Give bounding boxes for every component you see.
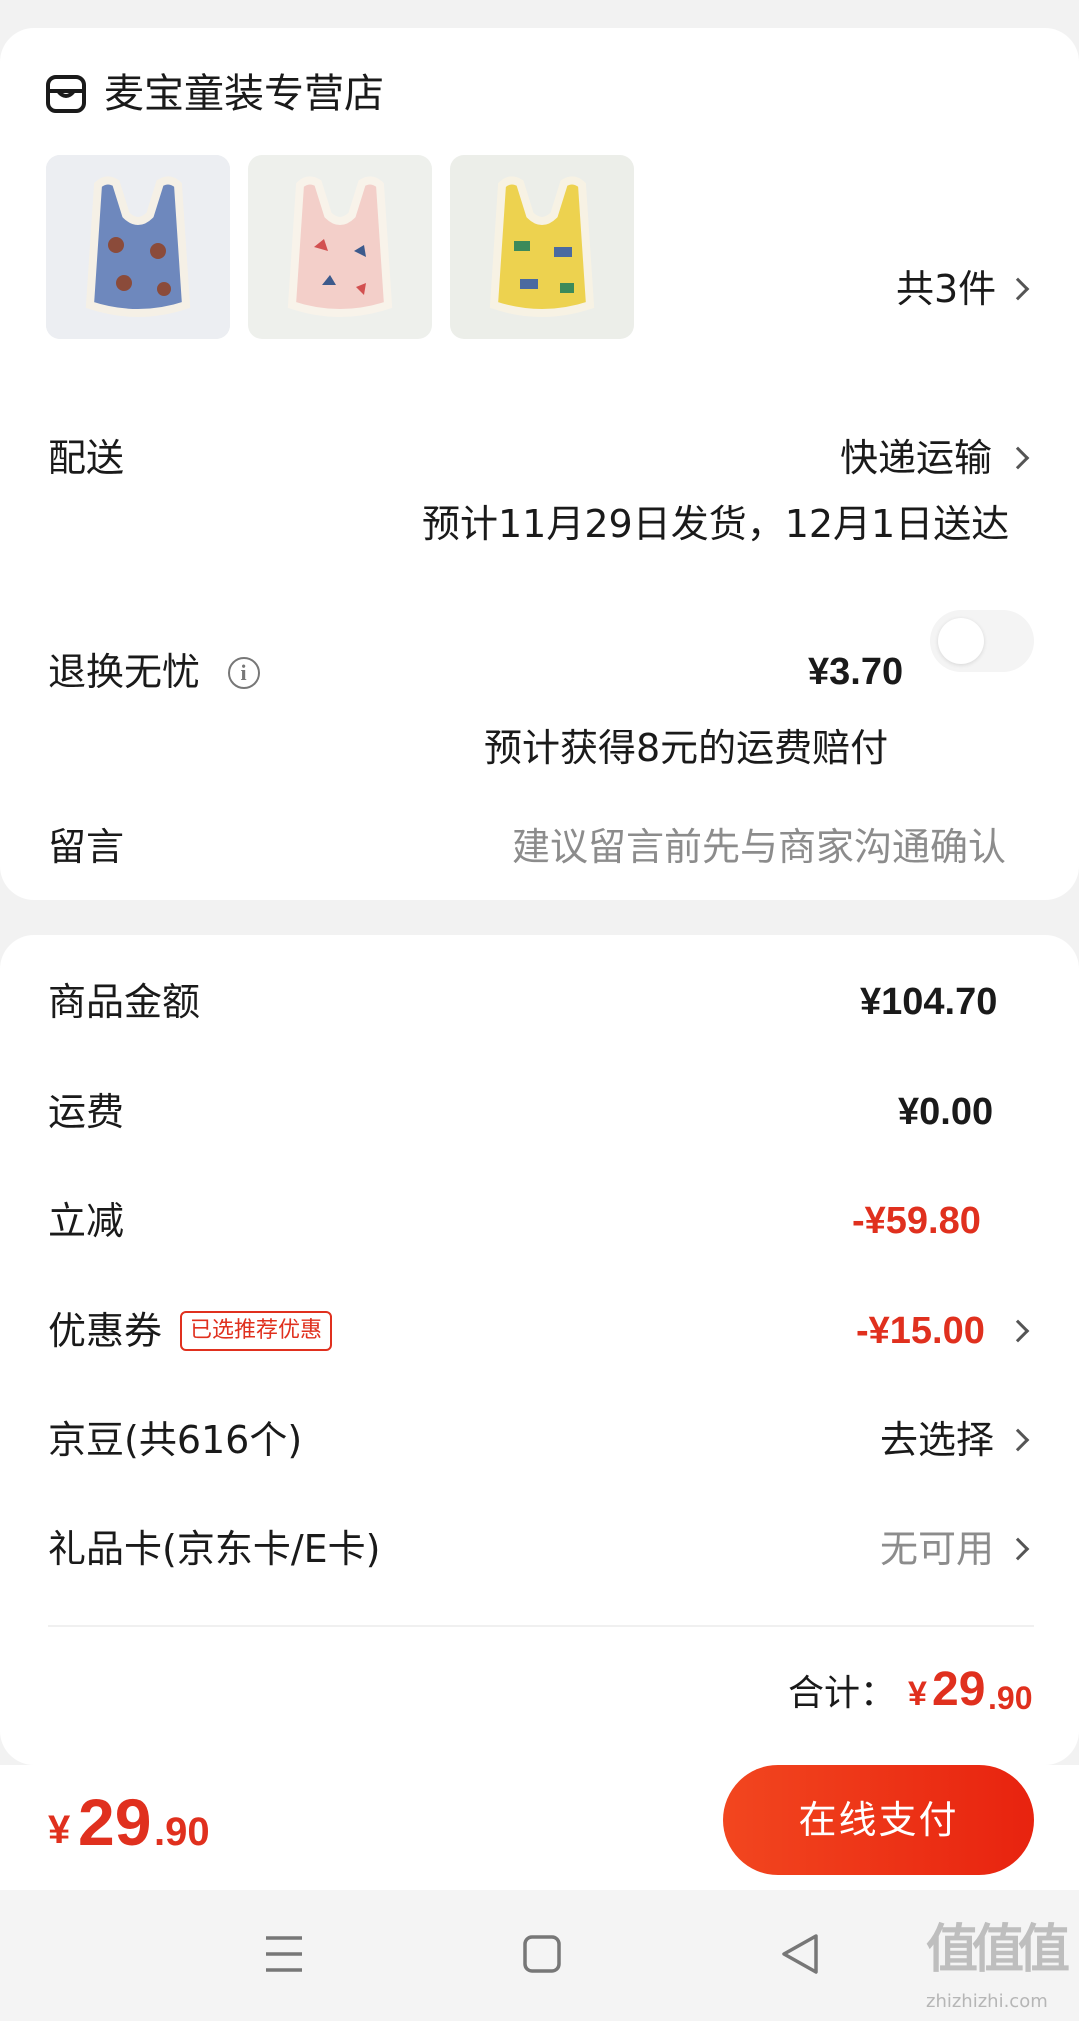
store-name[interactable]: 麦宝童装专营店: [104, 70, 384, 118]
product-thumbnail-blue-vest[interactable]: [46, 155, 230, 339]
product-count[interactable]: 共3件: [896, 265, 996, 313]
total-label: 合计：: [788, 1673, 897, 1714]
pay-online-button[interactable]: 在线支付: [723, 1765, 1034, 1875]
back-triangle-icon[interactable]: [780, 1932, 820, 1976]
menu-icon[interactable]: [264, 1934, 304, 1974]
instant-discount-label: 立减: [48, 1199, 125, 1243]
product-thumbnail-pink-vest[interactable]: [248, 155, 432, 339]
home-square-icon[interactable]: [522, 1934, 562, 1974]
delivery-label: 配送: [48, 436, 125, 480]
return-insurance-price: ¥3.70: [808, 651, 904, 693]
return-insurance-note: 预计获得8元的运费赔付: [484, 726, 889, 770]
goods-amount-label: 商品金额: [48, 980, 201, 1024]
return-insurance-toggle[interactable]: [930, 610, 1034, 672]
coupon-tag: 已选推荐优惠: [180, 1311, 333, 1351]
info-icon[interactable]: i: [228, 657, 260, 689]
watermark-url: zhizhizhi.com: [926, 1991, 1048, 2012]
instant-discount-value: -¥59.80: [852, 1200, 981, 1242]
bar-price-int: 29: [78, 1785, 152, 1859]
toggle-knob: [938, 618, 984, 664]
goods-amount-value: ¥104.70: [860, 981, 998, 1023]
shipping-value: ¥0.00: [898, 1091, 994, 1133]
coupon-label: 优惠券: [48, 1309, 163, 1353]
jd-beans-label: 京豆(共616个): [48, 1418, 303, 1462]
shipping-label: 运费: [48, 1090, 125, 1134]
message-label: 留言: [48, 825, 125, 869]
message-input[interactable]: 建议留言前先与商家沟通确认: [512, 823, 1006, 871]
bar-currency: ¥: [48, 1808, 71, 1852]
bar-price-dec: .90: [154, 1810, 210, 1854]
total-currency: ¥: [908, 1675, 927, 1713]
total-int: 29: [932, 1663, 986, 1716]
gift-card-value[interactable]: 无可用: [880, 1525, 994, 1573]
watermark-logo: 值值值: [926, 1920, 1070, 1980]
return-insurance-label: 退换无忧: [48, 650, 201, 694]
coupon-value[interactable]: -¥15.00: [856, 1307, 985, 1355]
delivery-estimate: 预计11月29日发货，12月1日送达: [422, 502, 1010, 546]
delivery-method[interactable]: 快递运输: [840, 434, 992, 482]
store-icon: [46, 75, 86, 113]
gift-card-label: 礼品卡(京东卡/E卡): [48, 1527, 381, 1571]
total-dec: .90: [988, 1680, 1033, 1716]
jd-beans-select[interactable]: 去选择: [880, 1416, 994, 1464]
divider: [48, 1625, 1034, 1627]
product-thumbnail-yellow-vest[interactable]: [450, 155, 634, 339]
